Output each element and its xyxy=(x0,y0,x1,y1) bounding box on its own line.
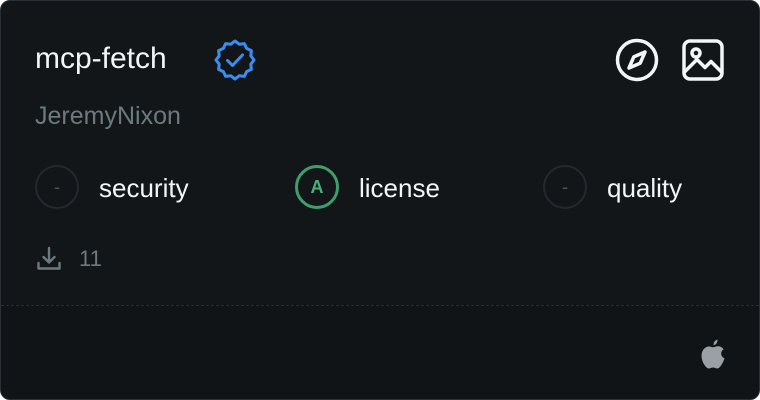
compass-icon[interactable] xyxy=(615,38,659,82)
author-name[interactable]: JeremyNixon xyxy=(35,99,181,133)
download-count: 11 xyxy=(79,246,102,271)
quality-score-badge: - xyxy=(543,165,587,209)
security-score-badge: - xyxy=(35,165,79,209)
card-footer xyxy=(1,305,759,399)
server-card[interactable]: mcp-fetch JeremyNixon - security A licen… xyxy=(0,0,760,400)
verified-badge-icon xyxy=(214,39,256,81)
download-icon xyxy=(37,246,61,270)
license-score-badge: A xyxy=(295,165,339,209)
quality-label: quality xyxy=(607,173,683,203)
security-label: security xyxy=(99,173,189,203)
apple-icon xyxy=(701,339,725,369)
license-label: license xyxy=(359,173,440,203)
server-name[interactable]: mcp-fetch xyxy=(35,39,167,79)
image-icon[interactable] xyxy=(681,38,725,82)
